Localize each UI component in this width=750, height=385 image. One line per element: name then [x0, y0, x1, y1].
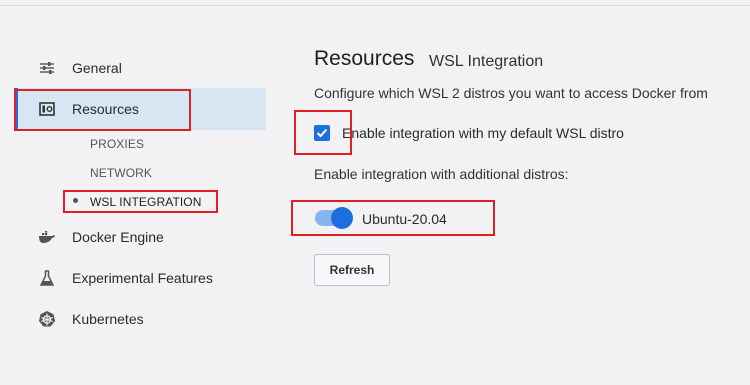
- sliders-icon: [38, 59, 56, 77]
- top-divider: [0, 5, 750, 6]
- sidebar-item-resources[interactable]: Resources: [14, 88, 266, 130]
- sidebar-item-label: Kubernetes: [72, 311, 144, 327]
- page-subtitle: WSL Integration: [429, 53, 544, 70]
- sidebar-item-label: Experimental Features: [72, 270, 213, 286]
- ubuntu-distro-label: Ubuntu-20.04: [362, 211, 447, 227]
- default-distro-checkbox[interactable]: [314, 125, 330, 141]
- sidebar-item-experimental-features[interactable]: Experimental Features: [14, 257, 266, 299]
- kubernetes-icon: [38, 310, 56, 328]
- current-bullet-icon: [73, 198, 78, 203]
- default-distro-label: Enable integration with my default WSL d…: [342, 125, 624, 141]
- sidebar-item-label: Docker Engine: [72, 229, 164, 245]
- sidebar-item-docker-engine[interactable]: Docker Engine: [14, 216, 266, 258]
- description-text: Configure which WSL 2 distros you want t…: [314, 85, 708, 101]
- page-title: Resources: [314, 47, 415, 70]
- sidebar-item-general[interactable]: General: [14, 47, 266, 89]
- resources-icon: [38, 100, 56, 118]
- sidebar-item-label: Resources: [72, 101, 139, 117]
- sidebar-item-kubernetes[interactable]: Kubernetes: [14, 298, 266, 340]
- toggle-knob: [331, 207, 353, 229]
- flask-icon: [38, 269, 56, 287]
- checkmark-icon: [316, 128, 328, 138]
- sidebar-subitem-proxies[interactable]: PROXIES: [90, 137, 144, 151]
- sidebar-subitem-network[interactable]: NETWORK: [90, 166, 152, 180]
- sidebar-subitem-wsl-integration[interactable]: WSL INTEGRATION: [90, 195, 202, 209]
- refresh-button[interactable]: Refresh: [314, 254, 390, 286]
- sidebar-item-label: General: [72, 60, 122, 76]
- ubuntu-toggle[interactable]: [315, 207, 353, 229]
- whale-icon: [38, 228, 56, 246]
- additional-distros-label: Enable integration with additional distr…: [314, 166, 569, 182]
